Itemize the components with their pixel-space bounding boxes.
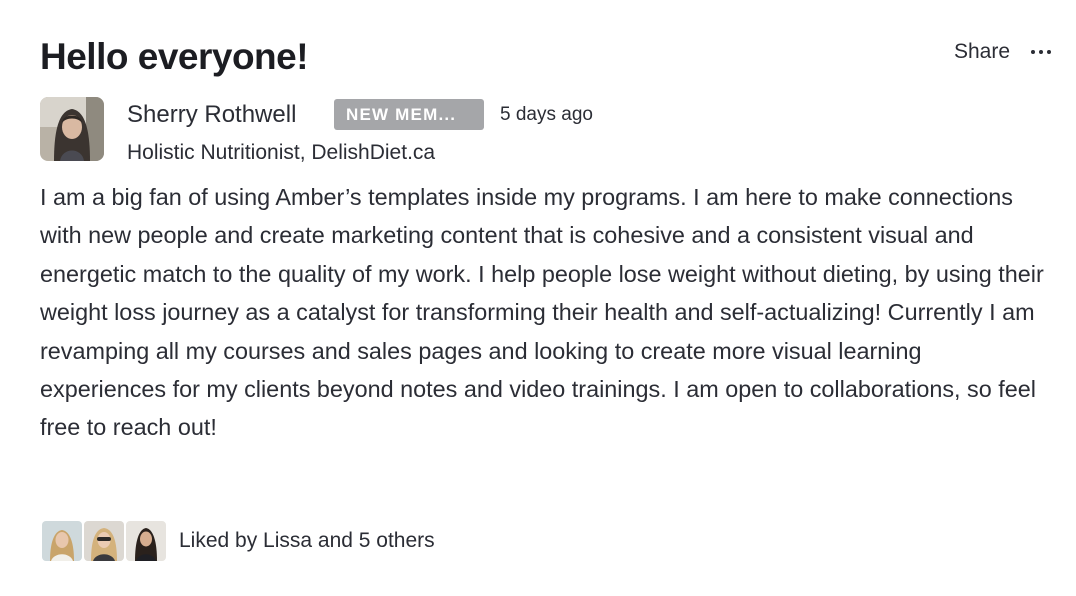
liker-avatar [124,519,168,563]
share-button[interactable]: Share [954,40,1010,64]
liker-avatar [40,519,84,563]
likes-summary[interactable]: Liked by Lissa and 5 others [179,529,435,553]
member-badge: NEW MEM... [334,99,484,130]
author-avatar[interactable] [40,97,104,161]
ellipsis-horizontal-icon [1031,50,1051,54]
post-timestamp: 5 days ago [500,104,593,125]
post-title: Hello everyone! [40,36,309,77]
liker-avatars[interactable] [40,519,168,563]
liker-avatar [82,519,126,563]
author-name[interactable]: Sherry Rothwell [127,101,296,129]
author-headline: Holistic Nutritionist, DelishDiet.ca [127,141,436,164]
more-options-button[interactable] [1030,42,1052,62]
post-body: I am a big fan of using Amber’s template… [40,184,1044,441]
